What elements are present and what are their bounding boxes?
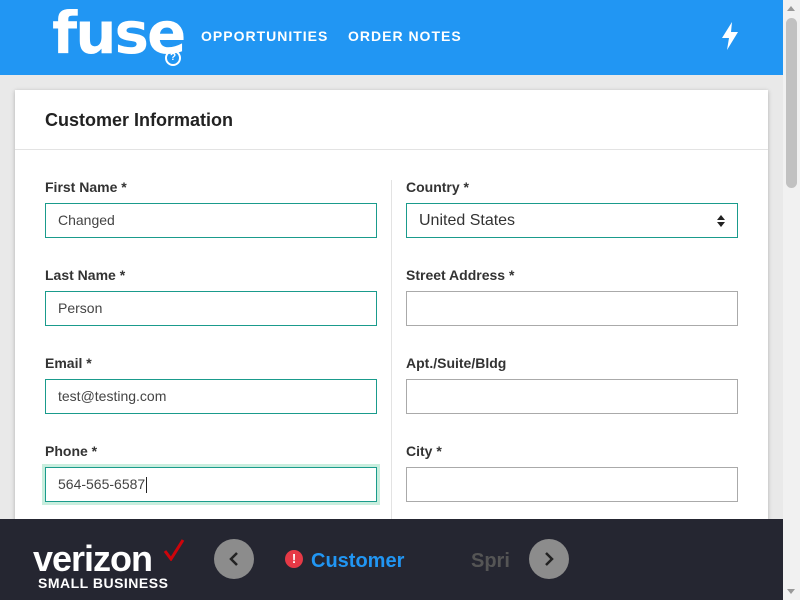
select-arrows-icon (717, 215, 725, 227)
apt-suite-input[interactable] (406, 379, 738, 414)
nav-order-notes[interactable]: ORDER NOTES (348, 28, 462, 44)
email-input[interactable]: test@testing.com (45, 379, 377, 414)
last-name-label: Last Name * (45, 267, 126, 283)
phone-value: 564-565-6587 (58, 476, 146, 492)
top-nav-bar: fuse ? OPPORTUNITIES ORDER NOTES (0, 0, 783, 75)
step-footer: verizon SMALL BUSINESS ! Customer Spri (0, 519, 783, 600)
first-name-input[interactable]: Changed (45, 203, 377, 238)
current-step-label[interactable]: Customer (311, 550, 404, 573)
country-label: Country * (406, 179, 469, 195)
verizon-logo: verizon (33, 538, 153, 579)
next-step-label[interactable]: Spri (471, 550, 510, 573)
street-address-input[interactable] (406, 291, 738, 326)
card-title: Customer Information (45, 110, 234, 130)
phone-input[interactable]: 564-565-6587 (45, 467, 377, 502)
verizon-sub-brand: SMALL BUSINESS (38, 575, 169, 591)
last-name-value: Person (58, 300, 103, 316)
verizon-checkmark-icon (163, 539, 185, 561)
customer-information-card: Customer Information First Name * Change… (15, 90, 768, 550)
scroll-thumb[interactable] (786, 18, 797, 188)
first-name-value: Changed (58, 212, 115, 228)
scroll-down-arrow-icon[interactable] (787, 589, 795, 594)
email-label: Email * (45, 355, 92, 371)
apt-suite-label: Apt./Suite/Bldg (406, 355, 507, 371)
first-name-label: First Name * (45, 179, 127, 195)
street-address-label: Street Address * (406, 267, 515, 283)
city-label: City * (406, 443, 442, 459)
help-icon[interactable]: ? (165, 50, 181, 66)
previous-step-button[interactable] (214, 539, 254, 579)
last-name-input[interactable]: Person (45, 291, 377, 326)
phone-label: Phone * (45, 443, 98, 459)
column-divider (391, 180, 392, 550)
scroll-up-arrow-icon[interactable] (787, 6, 795, 11)
chevron-right-icon (545, 552, 554, 566)
chevron-left-icon (229, 552, 238, 566)
fuse-logo[interactable]: fuse ? (52, 4, 186, 66)
country-selected-value: United States (419, 212, 516, 229)
alert-icon: ! (285, 550, 303, 568)
city-input[interactable] (406, 467, 738, 502)
text-cursor (146, 477, 148, 494)
card-header-divider (15, 149, 768, 150)
nav-opportunities[interactable]: OPPORTUNITIES (201, 28, 328, 44)
next-step-button[interactable] (529, 539, 569, 579)
logo-text: fuse (52, 0, 186, 67)
email-value: test@testing.com (58, 388, 167, 404)
page-scrollbar[interactable] (783, 0, 800, 600)
lightning-bolt-icon[interactable] (720, 22, 740, 50)
country-select[interactable]: United States (406, 203, 738, 238)
